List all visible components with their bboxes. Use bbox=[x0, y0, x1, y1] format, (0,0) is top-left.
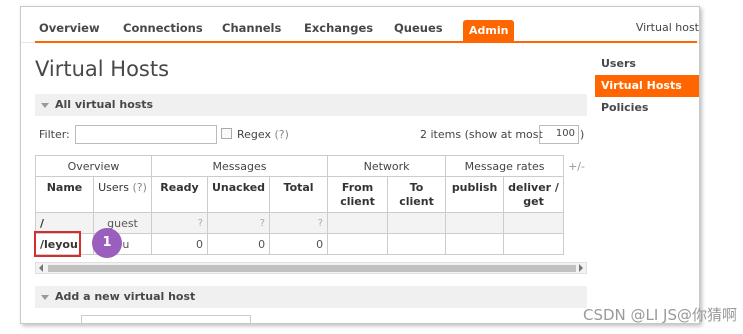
sidebar-item-policies[interactable]: Policies bbox=[595, 97, 699, 119]
sidebar-item-users[interactable]: Users bbox=[595, 53, 699, 75]
filter-input[interactable] bbox=[75, 125, 217, 144]
row-spacer bbox=[564, 234, 592, 255]
ready-value: ? bbox=[151, 212, 208, 234]
tab-channels[interactable]: Channels bbox=[222, 21, 281, 35]
item-count: 2 items (show at most bbox=[420, 128, 543, 141]
col-total[interactable]: Total bbox=[269, 176, 329, 213]
nav-underline bbox=[35, 41, 697, 43]
page-title: Virtual Hosts bbox=[35, 57, 170, 81]
group-network: Network bbox=[327, 155, 447, 177]
total-value: ? bbox=[269, 212, 329, 234]
regex-help-link[interactable]: (?) bbox=[274, 128, 288, 141]
scroll-left-icon[interactable] bbox=[39, 264, 43, 272]
row-spacer bbox=[563, 212, 592, 234]
unacked-value: ? bbox=[206, 212, 271, 234]
col-deliver-get[interactable]: deliver / get bbox=[503, 176, 565, 213]
from-client-value bbox=[327, 212, 389, 234]
col-to-client[interactable]: To client bbox=[387, 176, 447, 213]
tab-overview[interactable]: Overview bbox=[39, 21, 100, 35]
regex-label: Regex bbox=[237, 128, 271, 141]
app-frame: Overview Connections Channels Exchanges … bbox=[20, 6, 700, 324]
section-heading: All virtual hosts bbox=[55, 98, 154, 111]
all-virtual-hosts-toggle[interactable]: All virtual hosts bbox=[35, 94, 587, 116]
deliver-value bbox=[503, 212, 565, 234]
col-publish[interactable]: publish bbox=[445, 176, 505, 213]
to-client-value bbox=[387, 233, 447, 255]
col-ready[interactable]: Ready bbox=[151, 176, 208, 213]
tab-admin[interactable]: Admin bbox=[463, 20, 515, 42]
table-row[interactable]: / guest ? ? ? bbox=[35, 212, 592, 234]
col-unacked[interactable]: Unacked bbox=[206, 176, 271, 213]
virtual-host-selector-label[interactable]: Virtual host bbox=[636, 21, 699, 34]
col-users: Users (?) bbox=[93, 176, 152, 213]
users-help-link[interactable]: (?) bbox=[132, 181, 146, 194]
col-from-client[interactable]: From client bbox=[327, 176, 389, 213]
regex-option: Regex (?) bbox=[237, 128, 289, 141]
ready-value: 0 bbox=[151, 233, 208, 255]
from-client-value bbox=[327, 233, 389, 255]
watermark: CSDN @LI JS@你猜啊 bbox=[582, 306, 737, 324]
tab-connections[interactable]: Connections bbox=[123, 21, 203, 35]
annotation-step-badge: 1 bbox=[92, 228, 122, 258]
group-message-rates: Message rates bbox=[445, 155, 565, 177]
publish-value bbox=[445, 212, 505, 234]
scroll-right-icon[interactable] bbox=[579, 264, 583, 272]
item-count-close: ) bbox=[580, 128, 585, 141]
col-name[interactable]: Name bbox=[35, 176, 94, 213]
tab-exchanges[interactable]: Exchanges bbox=[304, 21, 373, 35]
group-overview: Overview bbox=[35, 155, 152, 177]
filter-row: Filter: Regex (?) 2 items (show at most … bbox=[35, 125, 587, 145]
to-client-value bbox=[387, 212, 447, 234]
admin-sidebar: Users Virtual Hosts Policies bbox=[595, 53, 699, 119]
col-users-label: Users bbox=[98, 181, 129, 194]
regex-checkbox[interactable] bbox=[221, 128, 232, 139]
deliver-value bbox=[503, 233, 565, 255]
partial-form-field bbox=[81, 315, 251, 323]
column-chooser-button[interactable]: +/- bbox=[564, 156, 592, 177]
add-virtual-host-toggle[interactable]: Add a new virtual host bbox=[35, 286, 587, 308]
total-value: 0 bbox=[269, 233, 329, 255]
filter-label: Filter: bbox=[39, 128, 70, 141]
top-navigation: Overview Connections Channels Exchanges … bbox=[21, 7, 699, 43]
section-heading: Add a new virtual host bbox=[55, 290, 196, 303]
horizontal-scrollbar[interactable] bbox=[35, 262, 587, 274]
header-spacer bbox=[564, 177, 592, 213]
annotation-highlight-box bbox=[34, 231, 81, 257]
page-size-input[interactable]: 100 bbox=[539, 125, 579, 144]
group-messages: Messages bbox=[150, 155, 329, 177]
publish-value bbox=[445, 233, 505, 255]
sidebar-item-virtual-hosts[interactable]: Virtual Hosts bbox=[595, 75, 699, 97]
collapse-triangle-icon bbox=[41, 294, 49, 300]
tab-queues[interactable]: Queues bbox=[394, 21, 443, 35]
collapse-triangle-icon bbox=[41, 102, 49, 108]
scrollbar-thumb[interactable] bbox=[48, 265, 576, 272]
unacked-value: 0 bbox=[206, 233, 271, 255]
